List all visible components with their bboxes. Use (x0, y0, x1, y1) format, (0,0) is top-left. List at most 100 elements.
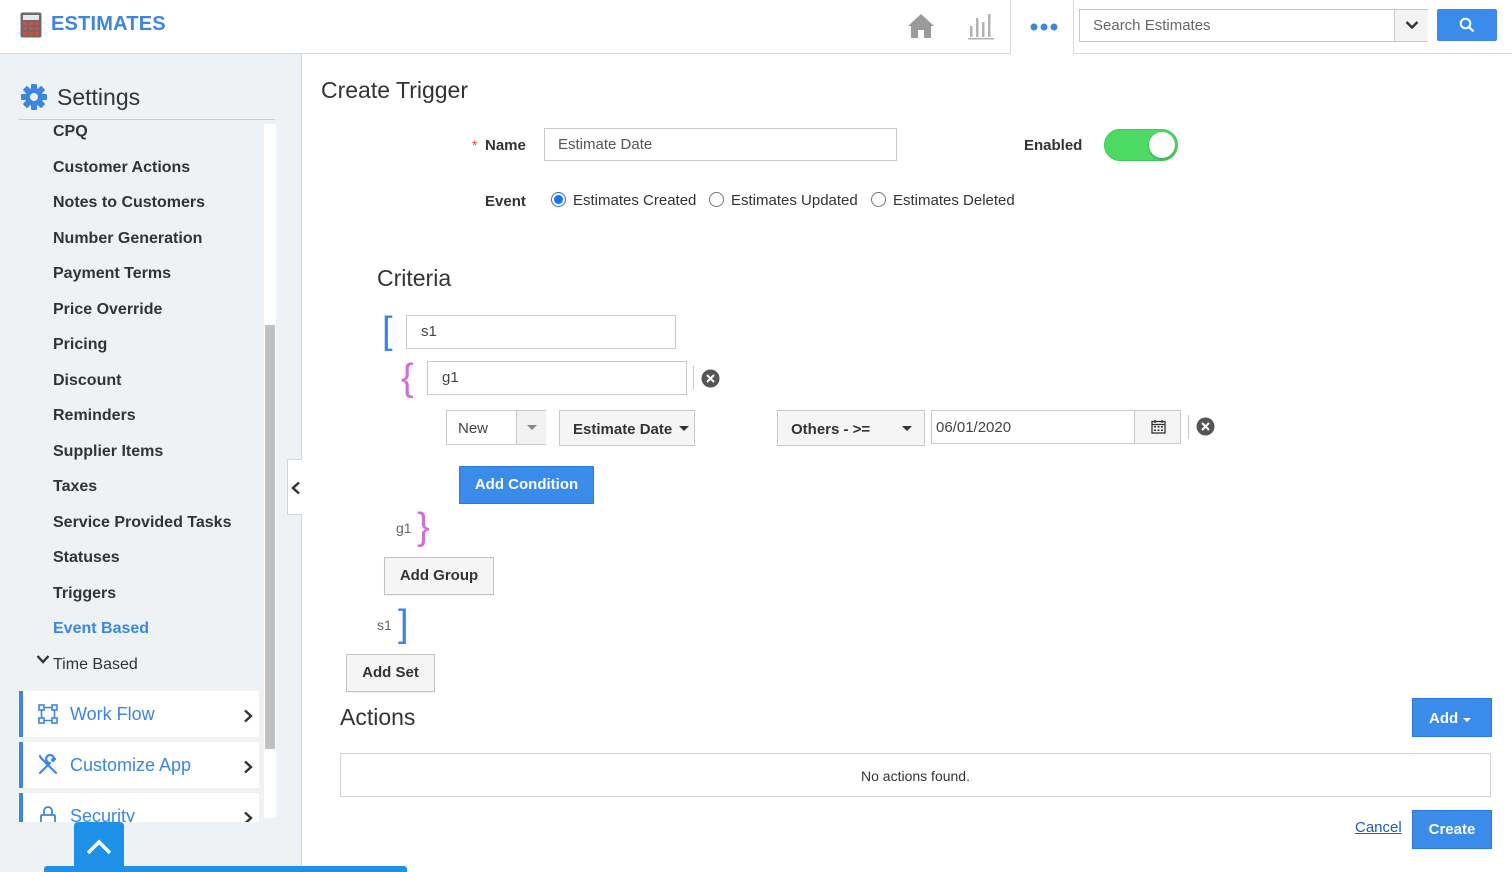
caret-down-icon (902, 426, 912, 431)
sidebar-item-price-override[interactable]: Price Override (53, 301, 162, 319)
collapse-sidebar-button[interactable] (287, 459, 302, 515)
search-filter-dropdown[interactable] (1394, 10, 1428, 41)
settings-sidebar: Settings CPQ Customer Actions Notes to C… (0, 54, 302, 872)
add-condition-button[interactable]: Add Condition (459, 466, 594, 504)
sidebar-item-triggers[interactable]: Triggers (53, 585, 116, 603)
home-icon[interactable] (905, 10, 937, 42)
actions-table: No actions found. (340, 753, 1491, 797)
scroll-to-top-button[interactable] (74, 822, 124, 872)
sidebar-item-taxes[interactable]: Taxes (53, 478, 97, 496)
enabled-label: Enabled (1024, 137, 1083, 154)
create-button[interactable]: Create (1412, 810, 1492, 849)
divider (693, 366, 694, 390)
event-radio-updated-label[interactable]: Estimates Updated (731, 192, 858, 209)
sidebar-item-reminders[interactable]: Reminders (53, 407, 136, 425)
set-name-input[interactable]: s1 (406, 315, 676, 349)
search-button[interactable] (1437, 9, 1497, 41)
chevron-down-icon (1405, 21, 1419, 30)
required-indicator: * (472, 137, 478, 153)
group-name-input[interactable]: g1 (427, 361, 687, 395)
tools-icon (38, 754, 58, 775)
name-input[interactable]: Estimate Date (544, 128, 897, 161)
more-tab[interactable] (1010, 0, 1074, 54)
caret-down-icon (527, 425, 537, 430)
search-box (1079, 9, 1428, 42)
sidebar-item-statuses[interactable]: Statuses (53, 549, 120, 567)
section-label: Work Flow (70, 704, 155, 724)
calculator-icon[interactable] (20, 12, 42, 38)
enabled-toggle[interactable] (1104, 129, 1178, 161)
sidebar-item-event-based[interactable]: Event Based (53, 620, 149, 638)
sidebar-section-customize-app[interactable]: Customize App (19, 742, 259, 788)
set-close-label: s1 (377, 617, 392, 633)
sidebar-item-cpq[interactable]: CPQ (53, 123, 88, 141)
sidebar-item-payment-terms[interactable]: Payment Terms (53, 265, 171, 283)
workflow-icon (38, 704, 58, 724)
sidebar-item-service-provided-tasks[interactable]: Service Provided Tasks (53, 514, 231, 532)
calendar-button[interactable] (1134, 411, 1180, 443)
group-close-label: g1 (396, 520, 412, 536)
search-icon (1459, 17, 1475, 33)
chevron-down-icon[interactable] (36, 653, 50, 665)
actions-title: Actions (340, 704, 416, 730)
sidebar-item-number-generation[interactable]: Number Generation (53, 230, 202, 248)
sidebar-item-notes-to-customers[interactable]: Notes to Customers (53, 194, 205, 212)
divider (1188, 415, 1189, 439)
more-dots-icon (1030, 23, 1058, 31)
sidebar-item-time-based[interactable]: Time Based (53, 656, 138, 674)
page-title: Create Trigger (321, 77, 469, 103)
select-caret (516, 411, 546, 444)
condition-field-dropdown[interactable]: Estimate Date (559, 410, 695, 446)
sidebar-scrollbar-thumb[interactable] (265, 325, 275, 749)
event-radio-deleted-label[interactable]: Estimates Deleted (893, 192, 1015, 209)
chevron-left-icon (291, 481, 300, 495)
sidebar-section-work-flow[interactable]: Work Flow (19, 691, 259, 737)
cancel-link[interactable]: Cancel (1355, 819, 1402, 836)
condition-source-select[interactable]: New (446, 410, 546, 445)
bar-chart-icon[interactable] (965, 10, 997, 42)
condition-operator-dropdown[interactable]: Others - >= (777, 410, 925, 446)
caret-down-icon (1463, 718, 1471, 722)
bottom-bar (44, 866, 407, 872)
section-label: Customize App (70, 755, 192, 775)
event-label: Event (485, 193, 526, 210)
event-radio-created-label[interactable]: Estimates Created (573, 192, 696, 209)
add-group-button[interactable]: Add Group (384, 557, 494, 595)
remove-group-icon[interactable] (701, 369, 720, 388)
sidebar-item-pricing[interactable]: Pricing (53, 336, 107, 354)
name-label: Name (485, 137, 526, 154)
add-action-button[interactable]: Add (1412, 698, 1492, 737)
gear-icon (21, 84, 47, 110)
settings-header: Settings (19, 80, 275, 120)
section-label: Security (70, 806, 136, 822)
actions-empty-text: No actions found. (861, 768, 970, 784)
group-close-bracket: } (417, 506, 430, 548)
event-radio-deleted[interactable] (871, 192, 886, 207)
chevron-right-icon (244, 760, 253, 774)
condition-field-value: Estimate Date (573, 421, 673, 438)
add-action-label: Add (1429, 710, 1459, 727)
set-open-bracket: [ (382, 310, 393, 352)
app-title[interactable]: ESTIMATES (51, 13, 166, 36)
search-input[interactable] (1080, 10, 1394, 41)
toggle-knob (1149, 132, 1175, 158)
event-radio-created[interactable] (551, 192, 566, 207)
sidebar-item-customer-actions[interactable]: Customer Actions (53, 159, 190, 177)
chevron-right-icon (244, 709, 253, 723)
sidebar-section-security[interactable]: Security (19, 793, 259, 822)
remove-condition-icon[interactable] (1196, 417, 1215, 436)
calendar-icon (1151, 420, 1166, 434)
chevron-right-icon (244, 811, 253, 822)
sidebar-item-supplier-items[interactable]: Supplier Items (53, 443, 163, 461)
lock-icon (40, 806, 56, 822)
condition-source-value: New (458, 420, 489, 437)
event-radio-updated[interactable] (709, 192, 724, 207)
caret-down-icon (679, 426, 689, 431)
app-header: ESTIMATES (0, 0, 1512, 54)
add-set-button[interactable]: Add Set (346, 654, 435, 692)
condition-date-input[interactable]: 06/01/2020 (931, 410, 1181, 444)
criteria-title: Criteria (377, 265, 452, 291)
settings-menu: CPQ Customer Actions Notes to Customers … (19, 120, 277, 822)
sidebar-item-discount[interactable]: Discount (53, 372, 121, 390)
group-open-bracket: { (401, 357, 414, 399)
